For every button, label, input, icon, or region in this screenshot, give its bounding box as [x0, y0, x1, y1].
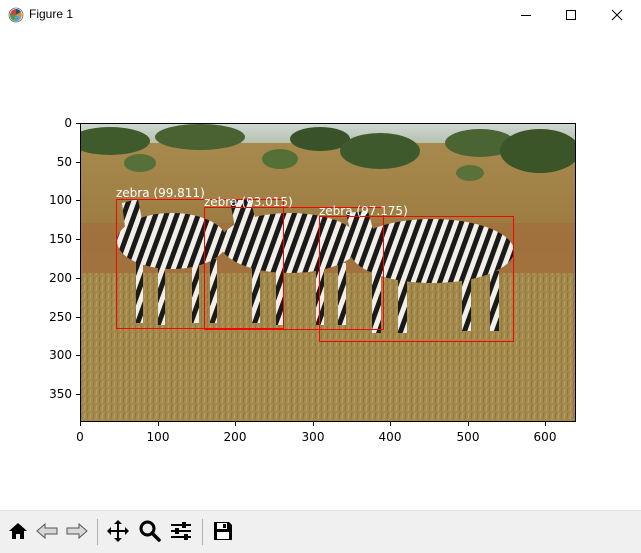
back-icon: [36, 522, 58, 540]
x-tick-label: 300: [301, 430, 325, 444]
x-tick-label: 500: [456, 430, 480, 444]
x-tick-mark: [545, 422, 546, 426]
toolbar-separator: [202, 519, 203, 545]
x-tick-mark: [80, 422, 81, 426]
x-tick-mark: [390, 422, 391, 426]
back-button[interactable]: [33, 517, 61, 545]
x-tick-label: 400: [378, 430, 402, 444]
x-tick-label: 600: [533, 430, 557, 444]
title-bar: Figure 1: [0, 0, 641, 30]
close-icon: [611, 9, 623, 21]
y-tick-mark: [76, 162, 80, 163]
save-icon: [214, 522, 232, 540]
toolbar-separator: [97, 519, 98, 545]
pan-icon: [107, 520, 129, 542]
y-tick-label: 150: [49, 232, 72, 246]
y-tick-mark: [76, 394, 80, 395]
close-button[interactable]: [594, 0, 640, 30]
x-tick-label: 0: [76, 430, 84, 444]
window-title: Figure 1: [29, 7, 74, 21]
x-tick-mark: [313, 422, 314, 426]
navigation-toolbar: [0, 510, 641, 553]
y-tick-label: 350: [49, 387, 72, 401]
y-tick-mark: [76, 355, 80, 356]
minimize-icon: [521, 15, 531, 16]
home-icon: [9, 523, 27, 539]
x-tick-mark: [235, 422, 236, 426]
y-tick-label: 50: [56, 155, 72, 169]
y-tick-label: 250: [49, 310, 72, 324]
y-tick-mark: [76, 200, 80, 201]
zoom-icon: [139, 520, 161, 542]
save-button[interactable]: [209, 517, 237, 545]
maximize-button[interactable]: [548, 0, 594, 30]
y-tick-label: 200: [49, 271, 72, 285]
zoom-button[interactable]: [136, 517, 164, 545]
y-tick-label: 300: [49, 348, 72, 362]
y-tick-label: 100: [49, 193, 72, 207]
x-tick-label: 100: [146, 430, 170, 444]
configure-subplots-icon: [171, 522, 191, 540]
y-tick-mark: [76, 123, 80, 124]
y-tick-mark: [76, 239, 80, 240]
pan-button[interactable]: [104, 517, 132, 545]
forward-icon: [66, 522, 88, 540]
y-tick-label: 0: [64, 116, 72, 130]
maximize-icon: [566, 10, 576, 20]
y-tick-mark: [76, 317, 80, 318]
matplotlib-logo-icon: [8, 7, 24, 23]
x-tick-label: 200: [223, 430, 247, 444]
x-tick-mark: [158, 422, 159, 426]
minimize-button[interactable]: [503, 0, 549, 30]
axes-frame: [80, 123, 576, 422]
forward-button[interactable]: [63, 517, 91, 545]
x-tick-mark: [468, 422, 469, 426]
home-button[interactable]: [4, 517, 32, 545]
y-tick-mark: [76, 278, 80, 279]
configure-subplots-button[interactable]: [167, 517, 195, 545]
